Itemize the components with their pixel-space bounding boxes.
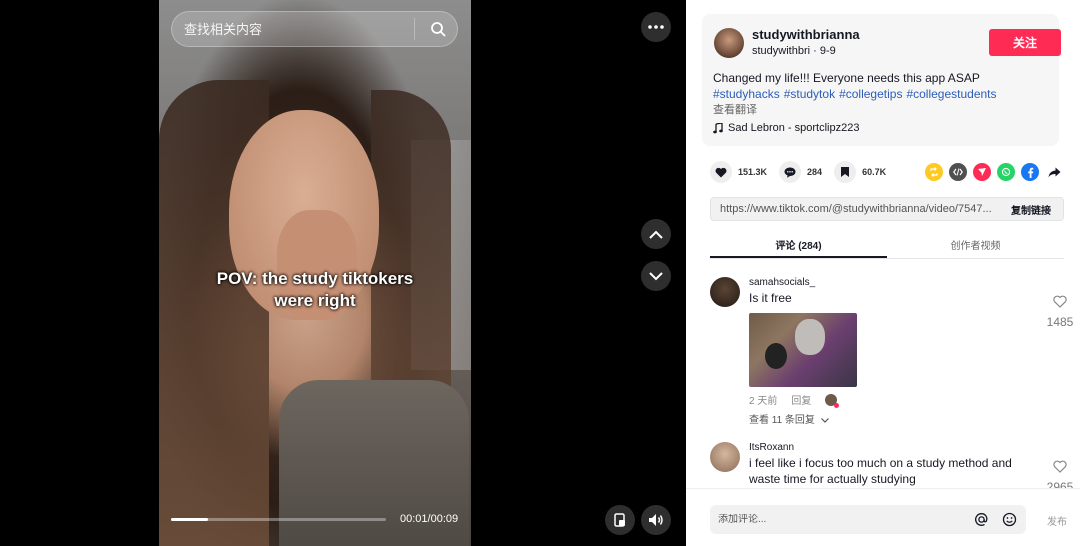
more-options-button[interactable]: [641, 12, 671, 42]
video-progress-fill: [171, 518, 208, 521]
chevron-up-icon: [649, 230, 663, 239]
comment-button[interactable]: 284: [779, 161, 822, 183]
search-input[interactable]: [184, 21, 406, 37]
author-handle-date: studywithbri · 9-9: [752, 45, 836, 57]
gif-figure-mirror: [765, 343, 787, 369]
hashtag-link[interactable]: #studytok: [784, 87, 835, 101]
comment-like-button[interactable]: 1485: [1040, 295, 1080, 329]
reply-button[interactable]: 回复: [791, 392, 811, 407]
author-username[interactable]: studywithbrianna: [752, 27, 860, 42]
commenter-avatar[interactable]: [710, 277, 740, 307]
previous-video-button[interactable]: [641, 219, 671, 249]
like-button[interactable]: 151.3K: [710, 161, 767, 183]
post-comment-button[interactable]: 发布: [1047, 513, 1067, 528]
hashtag-link[interactable]: #collegestudents: [906, 87, 996, 101]
search-icon[interactable]: [423, 14, 453, 44]
search-divider: [414, 18, 415, 40]
save-count: 60.7K: [862, 167, 887, 177]
translate-link[interactable]: 查看翻译: [713, 101, 757, 117]
embed-icon[interactable]: [949, 163, 967, 181]
comment-list[interactable]: samahsocials_ Is it free 1485 2 天前 回复 查看…: [686, 260, 1080, 488]
floating-player-icon: [614, 513, 625, 527]
volume-button[interactable]: [641, 505, 671, 535]
music-title: Sad Lebron - sportclipz223: [728, 122, 860, 134]
heart-icon: [710, 161, 732, 183]
gif-figure-head: [795, 319, 825, 355]
hashtag-link[interactable]: #collegetips: [839, 87, 902, 101]
more-icon: [648, 25, 664, 29]
commenter-avatar[interactable]: [710, 442, 740, 472]
comment-like-button[interactable]: 2965: [1040, 460, 1080, 488]
creator-liked-avatar: [825, 393, 840, 408]
video-caption: POV: the study tiktokers were right: [216, 269, 414, 310]
post-info-card: studywithbrianna studywithbri · 9-9 关注 C…: [702, 14, 1061, 146]
heart-outline-icon: [1053, 295, 1067, 308]
send-icon[interactable]: [973, 163, 991, 181]
video-time: 00:01/00:09: [400, 513, 459, 525]
mention-icon[interactable]: [970, 509, 992, 531]
search-bar: [171, 11, 458, 47]
save-button[interactable]: 60.7K: [834, 161, 886, 183]
comment-like-count: 1485: [1046, 315, 1074, 329]
app-root: POV: the study tiktokers were right 00:0…: [0, 0, 1080, 546]
emoji-icon[interactable]: [998, 509, 1020, 531]
tab-comments[interactable]: 评论 (284): [710, 232, 887, 258]
whatsapp-icon[interactable]: [997, 163, 1015, 181]
post-hashtags: #studyhacks #studytok #collegetips #college…: [713, 86, 1001, 102]
author-avatar[interactable]: [714, 28, 744, 58]
comment-meta: 2 天前 回复: [749, 392, 840, 408]
facebook-icon[interactable]: [1021, 163, 1039, 181]
panel-tabs: 评论 (284) 创作者视频: [710, 232, 1064, 259]
comment-count: 284: [807, 167, 823, 177]
heart-outline-icon: [1053, 460, 1067, 473]
next-video-button[interactable]: [641, 261, 671, 291]
hashtag-link[interactable]: #studyhacks: [713, 87, 780, 101]
copy-link-button[interactable]: 复制链接: [999, 202, 1063, 217]
like-count: 151.3K: [738, 167, 768, 177]
comment-icon: [779, 161, 802, 183]
floating-player-button[interactable]: [605, 505, 635, 535]
comment-input-box: [710, 505, 1026, 534]
share-icons: [925, 163, 1063, 181]
comment-time: 2 天前: [749, 396, 778, 407]
repost-icon[interactable]: [925, 163, 943, 181]
comment-gif-image[interactable]: [749, 313, 857, 387]
copy-link-box: https://www.tiktok.com/@studywithbrianna…: [710, 197, 1064, 221]
view-replies-label: 查看 11 条回复: [749, 415, 815, 426]
music-note-icon: [713, 122, 723, 133]
comment-text: Is it free: [749, 291, 792, 305]
comment-like-count: 2965: [1046, 480, 1074, 488]
video-stage: POV: the study tiktokers were right 00:0…: [0, 0, 686, 546]
commenter-name[interactable]: samahsocials_: [749, 277, 815, 288]
details-panel: studywithbrianna studywithbri · 9-9 关注 C…: [686, 0, 1080, 546]
share-arrow-icon[interactable]: [1045, 163, 1063, 181]
engagement-stats: 151.3K 284 60.7K: [710, 160, 898, 184]
commenter-name[interactable]: ItsRoxann: [749, 442, 794, 453]
video-url[interactable]: https://www.tiktok.com/@studywithbrianna…: [711, 203, 999, 215]
follow-button[interactable]: 关注: [989, 29, 1061, 56]
post-description: Changed my life!!! Everyone needs this a…: [713, 71, 980, 85]
music-link[interactable]: Sad Lebron - sportclipz223: [713, 122, 859, 134]
tab-creator-videos[interactable]: 创作者视频: [887, 232, 1064, 258]
chevron-down-icon: [820, 418, 829, 423]
view-replies-link[interactable]: 查看 11 条回复: [749, 411, 829, 426]
chevron-down-icon: [649, 271, 663, 280]
video-progress-bar[interactable]: [171, 518, 386, 521]
comment-composer: 发布: [686, 488, 1080, 546]
volume-icon: [649, 514, 663, 526]
comment-input[interactable]: [718, 514, 970, 525]
bookmark-icon: [834, 161, 857, 183]
comment-text: i feel like i focus too much on a study …: [749, 456, 1012, 486]
